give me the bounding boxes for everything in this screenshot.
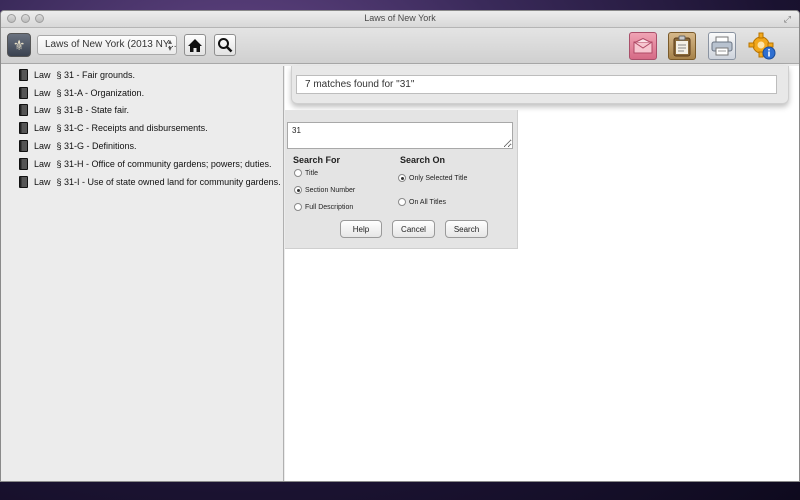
book-icon (19, 140, 28, 153)
content-area: Law § 31 - Fair grounds. Law § 31-A - Or… (1, 66, 799, 481)
law-section-title: § 31-H - Office of community gardens; po… (56, 158, 272, 169)
cancel-button[interactable]: Cancel (392, 220, 435, 238)
select-arrows-icon: ▴ ▾ (167, 37, 172, 53)
radio-dot-selected (294, 186, 302, 194)
radio-dot (294, 169, 302, 177)
home-icon (188, 38, 202, 52)
law-section-title: § 31-G - Definitions. (56, 141, 137, 152)
law-label: Law (34, 158, 51, 169)
radio-title[interactable]: Title (294, 169, 318, 177)
search-toggle-button[interactable] (214, 34, 236, 56)
fullscreen-icon[interactable]: ⤢ (784, 14, 791, 25)
book-icon (19, 104, 28, 117)
law-section-title: § 31-I - Use of state owned land for com… (56, 176, 281, 187)
law-section-title: § 31-C - Receipts and disbursements. (56, 123, 208, 134)
law-section-title: § 31 - Fair grounds. (56, 69, 136, 80)
search-submit-button[interactable]: Search (445, 220, 488, 238)
law-title-select-value: Laws of New York (2013 NY... (45, 39, 177, 50)
app-window: Laws of New York ⤢ ⚜ Laws of New York (2… (0, 10, 800, 482)
book-icon (19, 122, 28, 135)
search-for-label: Search For (293, 155, 341, 165)
match-banner: 7 matches found for "31" (291, 66, 789, 104)
radio-dot (398, 198, 406, 206)
law-list: Law § 31 - Fair grounds. Law § 31-A - Or… (1, 66, 284, 481)
law-label: Law (34, 176, 51, 187)
law-list-item[interactable]: Law § 31-C - Receipts and disbursements. (1, 119, 283, 137)
book-icon (19, 86, 28, 99)
book-icon (19, 175, 28, 188)
radio-full-description-label: Full Description (305, 203, 354, 211)
radio-section-number[interactable]: Section Number (294, 186, 355, 194)
radio-only-selected-title-label: Only Selected Title (409, 174, 468, 182)
detail-pane: 7 matches found for "31" 31 Search For T… (285, 66, 799, 481)
printer-icon (711, 36, 733, 56)
radio-on-all-titles-label: On All Titles (409, 198, 446, 206)
settings-button[interactable] (748, 32, 776, 60)
clipboard-button[interactable] (668, 32, 696, 60)
magnifier-icon (218, 38, 233, 53)
radio-only-selected-title[interactable]: Only Selected Title (398, 174, 467, 182)
title-bar: Laws of New York ⤢ (1, 11, 799, 28)
law-label: Law (34, 105, 51, 116)
search-query-input[interactable]: 31 (287, 122, 513, 149)
book-icon (19, 157, 28, 170)
law-section-title: § 31-B - State fair. (56, 105, 130, 116)
book-icon (19, 68, 28, 81)
law-list-item[interactable]: Law § 31-B - State fair. (1, 102, 283, 120)
law-list-item[interactable]: Law § 31 - Fair grounds. (1, 66, 283, 84)
radio-section-number-label: Section Number (305, 186, 356, 194)
match-summary: 7 matches found for "31" (296, 75, 777, 94)
law-title-select[interactable]: Laws of New York (2013 NY... ▴ ▾ (37, 35, 177, 55)
law-label: Law (34, 123, 51, 134)
help-button[interactable]: Help (340, 220, 382, 238)
radio-title-label: Title (305, 169, 318, 177)
radio-dot (294, 203, 302, 211)
radio-full-description[interactable]: Full Description (294, 203, 353, 211)
law-label: Law (34, 87, 51, 98)
clipboard-icon (673, 35, 691, 57)
envelope-icon (633, 38, 653, 54)
law-list-item[interactable]: Law § 31-H - Office of community gardens… (1, 155, 283, 173)
search-panel: 31 Search For Title Section Number Full … (285, 110, 518, 249)
law-list-item[interactable]: Law § 31-A - Organization. (1, 84, 283, 102)
search-on-label: Search On (400, 155, 446, 165)
law-list-item[interactable]: Law § 31-G - Definitions. (1, 137, 283, 155)
gear-icon (748, 32, 776, 60)
home-button[interactable] (184, 34, 206, 56)
toolbar: ⚜ Laws of New York (2013 NY... ▴ ▾ (1, 28, 799, 64)
law-section-title: § 31-A - Organization. (56, 87, 145, 98)
radio-dot-selected (398, 174, 406, 182)
law-label: Law (34, 69, 51, 80)
radio-on-all-titles[interactable]: On All Titles (398, 198, 446, 206)
law-list-item[interactable]: Law § 31-I - Use of state owned land for… (1, 173, 283, 191)
email-button[interactable] (629, 32, 657, 60)
state-seal-icon[interactable]: ⚜ (7, 33, 31, 57)
law-label: Law (34, 141, 51, 152)
print-button[interactable] (708, 32, 736, 60)
window-title: Laws of New York (364, 13, 436, 23)
